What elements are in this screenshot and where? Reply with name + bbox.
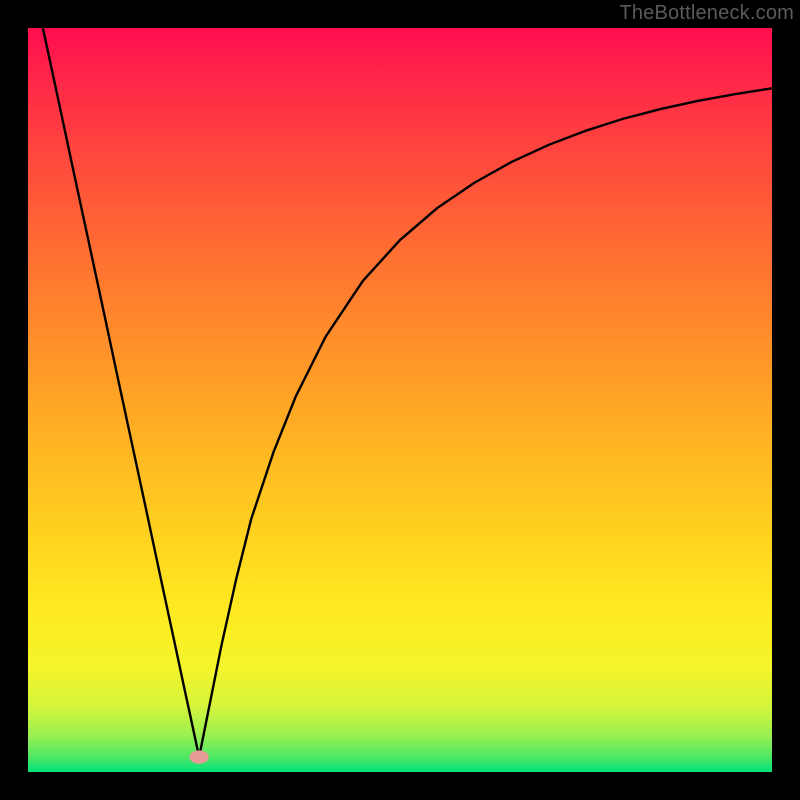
gradient-background: [28, 28, 772, 772]
attribution-text: TheBottleneck.com: [619, 2, 794, 25]
plot-area: [28, 28, 772, 772]
chart-frame: TheBottleneck.com: [0, 0, 800, 800]
vertex-marker: [189, 750, 208, 763]
chart-svg: [28, 28, 772, 772]
